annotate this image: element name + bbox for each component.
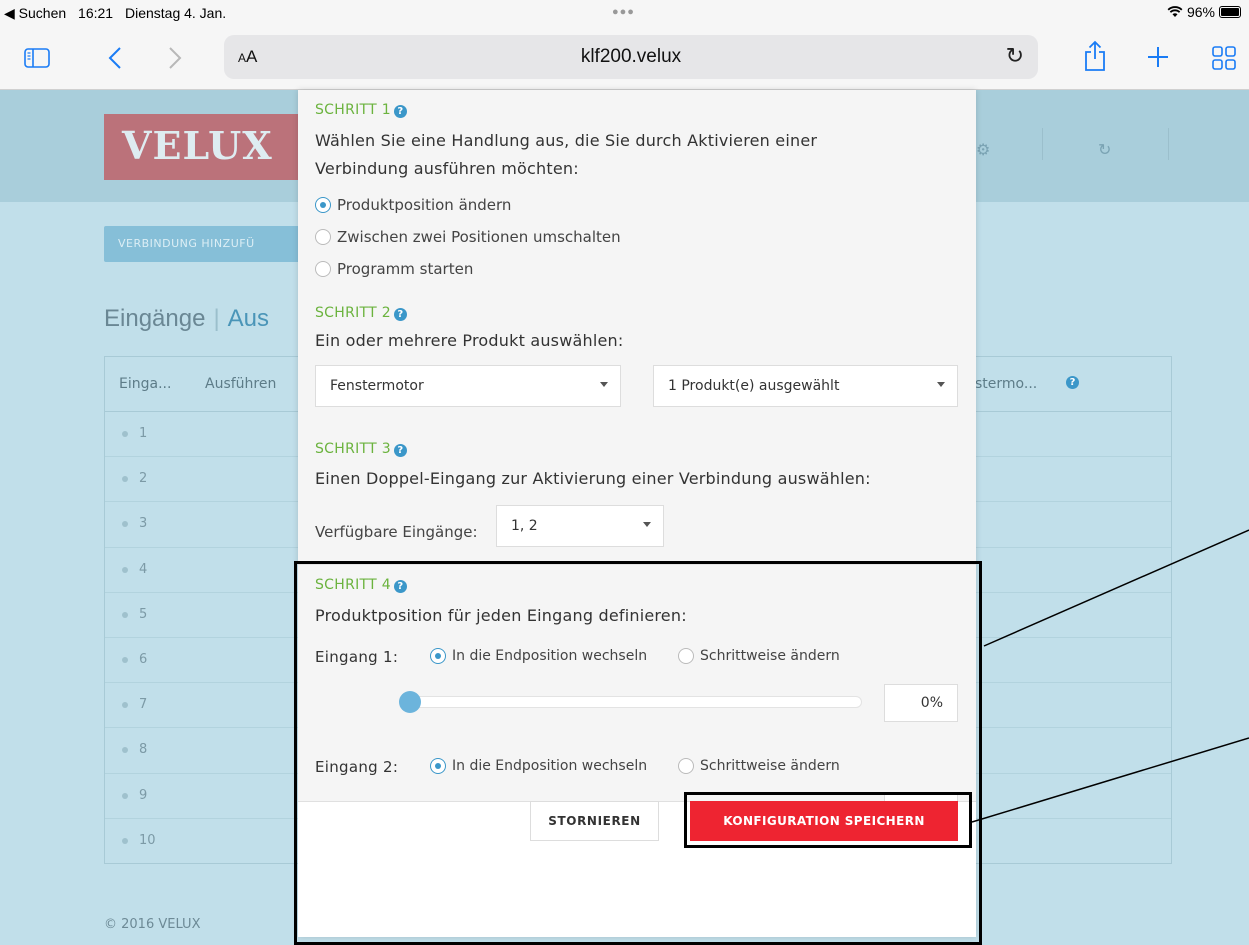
radio-button[interactable] (315, 197, 331, 213)
wifi-icon (1167, 6, 1183, 17)
chevron-down-icon (937, 382, 945, 387)
address-bar[interactable]: AA klf200.velux ↻ (224, 35, 1038, 79)
column-header-window-motor: stermo... (975, 376, 1038, 392)
radio-button[interactable] (315, 229, 331, 245)
battery-percent: 96% (1186, 4, 1215, 20)
radio-toggle-positions[interactable]: Zwischen zwei Positionen umschalten (315, 228, 621, 246)
add-connection-button[interactable]: VERBINDUNG HINZUFÜ (104, 226, 304, 262)
share-icon[interactable] (1083, 40, 1107, 72)
status-dot (122, 702, 128, 709)
forward-icon[interactable] (168, 46, 182, 70)
address-url[interactable]: klf200.velux (224, 46, 1038, 68)
status-time: 16:21 (78, 5, 114, 21)
status-dot (122, 656, 128, 663)
step1-title: SCHRITT 1? (315, 102, 407, 118)
available-inputs-select[interactable]: 1, 2 (496, 505, 664, 547)
status-date: Dienstag 4. Jan. (124, 5, 227, 21)
step3-title: SCHRITT 3? (315, 441, 407, 457)
status-dot (122, 792, 128, 799)
column-header-execute: Ausführen (205, 376, 277, 392)
help-icon[interactable]: ? (393, 444, 407, 457)
product-type-select[interactable]: Fenstermotor (315, 365, 621, 407)
status-dot (122, 521, 128, 528)
battery-icon (1219, 6, 1241, 18)
page-tabs: Eingänge | Aus (104, 305, 270, 332)
multitasking-dots-icon[interactable]: ●●● (612, 6, 635, 18)
available-inputs-label: Verfügbare Eingänge: (315, 523, 478, 541)
tab-inputs[interactable]: Eingänge (104, 305, 205, 332)
step1-text: Wählen Sie eine Handlung aus, die Sie du… (315, 131, 818, 178)
step3-text: Einen Doppel-Eingang zur Aktivierung ein… (315, 469, 871, 488)
settings-icon[interactable]: ⚙ (976, 140, 990, 159)
radio-start-program[interactable]: Programm starten (315, 260, 473, 278)
chevron-down-icon (600, 382, 608, 387)
new-tab-icon[interactable] (1147, 46, 1169, 68)
help-icon[interactable]: ? (393, 105, 407, 118)
header-divider (1042, 128, 1043, 160)
status-dot (122, 611, 128, 618)
tab-outputs[interactable]: Aus (228, 305, 269, 332)
status-dot (122, 431, 128, 437)
help-icon[interactable]: ? (393, 308, 407, 321)
tab-overview-icon[interactable] (1212, 46, 1236, 70)
save-button-highlight-box (684, 792, 972, 848)
back-icon[interactable] (108, 46, 122, 70)
step2-title: SCHRITT 2? (315, 305, 407, 321)
status-dot (122, 837, 128, 844)
logout-icon[interactable]: ↻ (1098, 140, 1111, 159)
chevron-down-icon (643, 522, 651, 527)
column-header-input: Einga... (119, 376, 172, 392)
step2-text: Ein oder mehrere Produkt auswählen: (315, 331, 624, 350)
help-icon[interactable]: ? (1066, 376, 1079, 389)
step4-highlight-box (294, 561, 982, 945)
status-dot (122, 566, 128, 573)
back-to-app-link[interactable]: ◀ Suchen (4, 5, 66, 21)
browser-toolbar: AA klf200.velux ↻ (0, 26, 1249, 90)
status-bar: ◀ Suchen 16:21 Dienstag 4. Jan. ●●● 96% (0, 0, 1249, 26)
header-divider (1168, 128, 1169, 160)
status-dot (122, 476, 128, 483)
sidebar-icon[interactable] (24, 48, 50, 68)
radio-button[interactable] (315, 261, 331, 277)
status-dot (122, 747, 128, 754)
page-footer: © 2016 VELUX (104, 917, 201, 932)
reload-icon[interactable]: ↻ (1006, 43, 1024, 69)
radio-change-position[interactable]: Produktposition ändern (315, 196, 511, 214)
product-selection-select[interactable]: 1 Produkt(e) ausgewählt (653, 365, 958, 407)
velux-logo: VELUX (104, 114, 304, 180)
